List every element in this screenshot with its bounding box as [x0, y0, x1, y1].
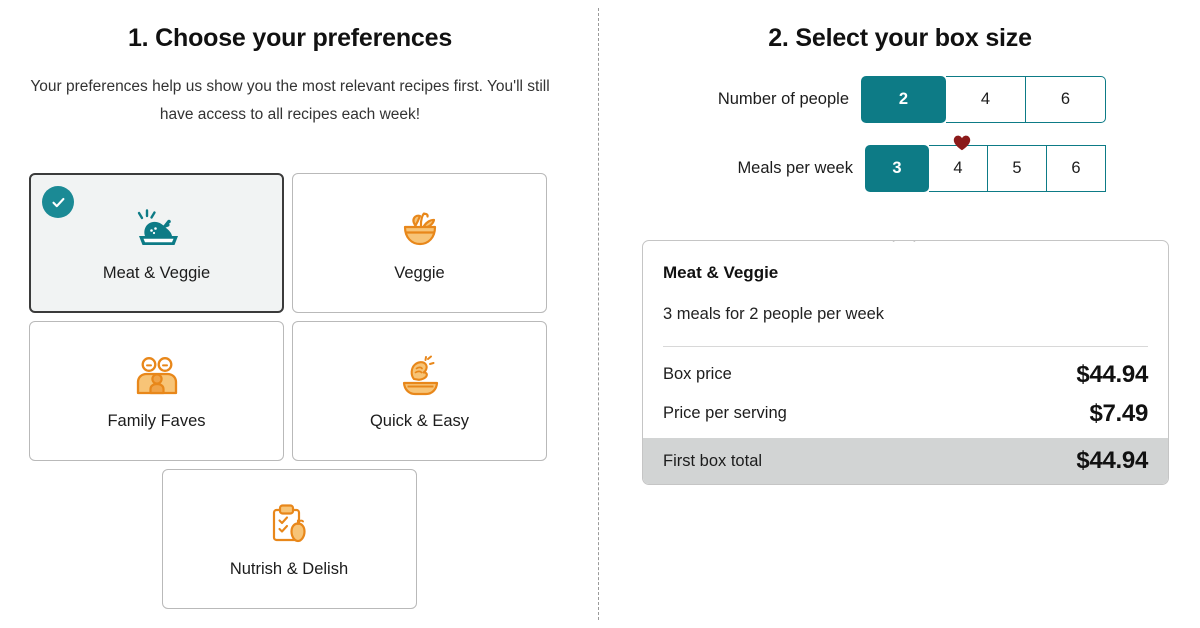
price-row-first-box-total: First box total $44.94	[643, 438, 1168, 484]
price-value: $7.49	[1089, 399, 1148, 427]
meals-per-week-segmented-control: 3 4 5 6	[865, 135, 1106, 192]
preference-card-veggie[interactable]: Veggie	[292, 173, 547, 313]
preference-row-2: Family Faves Quick & Easy	[29, 321, 549, 461]
price-value: $44.94	[1076, 447, 1148, 474]
preference-label: Veggie	[394, 264, 445, 282]
preference-label: Family Faves	[107, 412, 206, 430]
column-divider	[598, 8, 599, 620]
page-title-step-1: 1. Choose your preferences	[127, 24, 453, 52]
box-configurator-page: 1. Choose your preferences Your preferen…	[0, 0, 1200, 628]
preference-card-quick-easy[interactable]: Quick & Easy	[292, 321, 547, 461]
preference-card-grid: Meat & Veggie Veggie Family Faves Quick …	[29, 173, 549, 617]
number-of-people-row: Number of people 2 4 6	[600, 76, 1200, 123]
preference-row-1: Meat & Veggie Veggie	[29, 173, 549, 313]
box-size-column: 2. Select your box size Number of people…	[600, 0, 1200, 628]
number-of-people-segmented-control: 2 4 6	[861, 76, 1106, 123]
box-summary-card: Meat & Veggie 3 meals for 2 people per w…	[642, 240, 1169, 485]
price-label: Price per serving	[663, 404, 787, 422]
preference-label: Meat & Veggie	[102, 264, 211, 282]
meals-option-5[interactable]: 5	[988, 145, 1047, 192]
summary-plan-title: Meat & Veggie	[663, 263, 779, 282]
price-row-box-price: Box price $44.94	[643, 355, 1168, 394]
meals-per-week-label: Meals per week	[737, 159, 853, 177]
clipboard-apple-icon	[266, 499, 312, 551]
price-label: First box total	[663, 451, 763, 470]
preference-label: Quick & Easy	[369, 412, 470, 430]
hand-over-bowl-icon	[398, 351, 442, 403]
meals-per-week-row: Meals per week 3 4 5 6	[600, 135, 1200, 192]
people-option-4[interactable]: 4	[946, 76, 1026, 123]
meals-option-6[interactable]: 6	[1047, 145, 1106, 192]
check-circle-icon	[42, 186, 74, 218]
family-icon	[134, 351, 180, 403]
preference-card-nutrish-delish[interactable]: Nutrish & Delish	[161, 469, 417, 609]
people-option-6[interactable]: 6	[1026, 76, 1106, 123]
meals-option-4[interactable]: 4	[929, 145, 988, 192]
veggie-bowl-icon	[398, 203, 442, 255]
preference-card-family-faves[interactable]: Family Faves	[29, 321, 284, 461]
summary-header: Meat & Veggie 3 meals for 2 people per w…	[643, 241, 1168, 347]
preference-label: Nutrish & Delish	[229, 560, 349, 578]
price-value: $44.94	[1076, 360, 1148, 388]
number-of-people-label: Number of people	[717, 90, 849, 108]
price-label: Box price	[663, 365, 732, 383]
people-option-2[interactable]: 2	[861, 76, 946, 123]
roast-chicken-icon	[134, 203, 180, 255]
summary-divider	[663, 346, 1148, 347]
price-row-price-per-serving: Price per serving $7.49	[643, 394, 1168, 433]
meals-option-3[interactable]: 3	[865, 145, 929, 192]
card-pointer-notch	[888, 241, 920, 242]
summary-plan-subtitle: 3 meals for 2 people per week	[663, 305, 885, 323]
preference-card-meat-veggie[interactable]: Meat & Veggie	[29, 173, 284, 313]
preferences-column: 1. Choose your preferences Your preferen…	[0, 0, 580, 628]
preference-row-3: Nutrish & Delish	[29, 469, 549, 609]
preferences-description: Your preferences help us show you the mo…	[30, 78, 550, 123]
page-title-step-2: 2. Select your box size	[768, 24, 1032, 52]
